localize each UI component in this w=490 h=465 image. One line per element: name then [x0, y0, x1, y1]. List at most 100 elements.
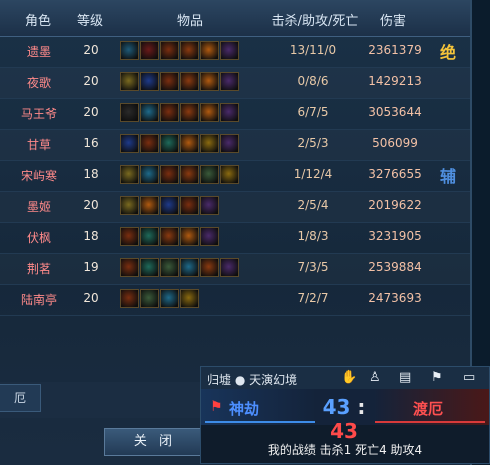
- player-damage: 506099: [372, 136, 418, 150]
- item-icon[interactable]: [120, 41, 139, 60]
- player-row: 甘草 16 2/5/3 506099: [0, 130, 470, 161]
- item-icon[interactable]: [140, 165, 159, 184]
- player-row: 荆茗 19 7/3/5 2539884: [0, 254, 470, 285]
- item-icon[interactable]: [120, 227, 139, 246]
- item-slots: [120, 103, 240, 125]
- item-icon[interactable]: [160, 165, 179, 184]
- player-name: 夜歌: [26, 76, 51, 90]
- my-stats: 我的战绩 击杀1 死亡4 助攻4: [267, 443, 423, 457]
- blue-team-bar: [205, 421, 315, 423]
- player-row: 伏枫 18 1/8/3 3231905: [0, 223, 470, 254]
- player-row: 陆南亭 20 7/2/7 2473693: [0, 285, 470, 316]
- player-damage: 1429213: [368, 74, 422, 88]
- document-icon[interactable]: ▤: [399, 370, 411, 385]
- overlay-header: 归墟 ● 天演幻境 ✋ ♙ ▤ ⚑ ▭: [201, 367, 489, 389]
- item-icon[interactable]: [160, 134, 179, 153]
- item-icon[interactable]: [120, 103, 139, 122]
- hand-icon[interactable]: ✋: [341, 370, 357, 385]
- item-icon[interactable]: [140, 227, 159, 246]
- player-kda: 2/5/4: [297, 198, 329, 212]
- item-icon[interactable]: [220, 134, 239, 153]
- red-score: 43: [330, 419, 358, 443]
- item-icon[interactable]: [200, 72, 219, 91]
- item-icon[interactable]: [180, 258, 199, 277]
- item-icon[interactable]: [180, 289, 199, 308]
- header-damage: 伤害: [379, 14, 406, 29]
- left-tab[interactable]: 厄: [0, 384, 41, 412]
- item-icon[interactable]: [180, 165, 199, 184]
- player-kda: 7/3/5: [297, 260, 329, 274]
- item-icon[interactable]: [160, 103, 179, 122]
- player-row: 墨姬 20 2/5/4 2019622: [0, 192, 470, 223]
- item-icon[interactable]: [200, 165, 219, 184]
- overlay-title: 归墟 ● 天演幻境: [207, 373, 298, 387]
- scoreboard-header: 角色 等级 物品 击杀/助攻/死亡 伤害: [0, 0, 470, 37]
- item-icon[interactable]: [120, 196, 139, 215]
- item-icon[interactable]: [120, 134, 139, 153]
- item-icon[interactable]: [120, 165, 139, 184]
- item-icon[interactable]: [220, 41, 239, 60]
- player-damage: 3276655: [368, 167, 422, 181]
- item-icon[interactable]: [200, 134, 219, 153]
- player-level: 19: [83, 260, 99, 274]
- item-icon[interactable]: [140, 72, 159, 91]
- item-icon[interactable]: [140, 196, 159, 215]
- player-row: 遗墨 20 13/11/0 2361379 绝: [0, 37, 470, 68]
- item-icon[interactable]: [180, 227, 199, 246]
- item-icon[interactable]: [120, 258, 139, 277]
- red-team-bar: [375, 421, 485, 423]
- player-damage: 3231905: [368, 229, 422, 243]
- header-level: 等级: [76, 14, 103, 29]
- player-damage: 2473693: [368, 291, 422, 305]
- item-icon[interactable]: [180, 196, 199, 215]
- item-icon[interactable]: [220, 72, 239, 91]
- item-icon[interactable]: [160, 41, 179, 60]
- item-icon[interactable]: [140, 41, 159, 60]
- player-name: 甘草: [26, 138, 51, 152]
- item-slots: [120, 227, 220, 249]
- item-icon[interactable]: [160, 227, 179, 246]
- item-icon[interactable]: [140, 258, 159, 277]
- run-icon[interactable]: ⚑: [431, 370, 443, 385]
- player-level: 18: [83, 229, 99, 243]
- item-icon[interactable]: [200, 41, 219, 60]
- person-icon[interactable]: ♙: [369, 370, 381, 385]
- item-icon[interactable]: [160, 258, 179, 277]
- item-icon[interactable]: [120, 72, 139, 91]
- player-kda: 6/7/5: [297, 105, 329, 119]
- red-team-name: 渡厄: [413, 400, 444, 418]
- item-icon[interactable]: [180, 41, 199, 60]
- item-icon[interactable]: [200, 258, 219, 277]
- item-icon[interactable]: [160, 196, 179, 215]
- team-score: 43 : 43: [322, 395, 366, 443]
- item-icon[interactable]: [180, 134, 199, 153]
- player-name: 陆南亭: [20, 293, 57, 307]
- minimize-icon[interactable]: ▭: [463, 370, 475, 385]
- item-icon[interactable]: [180, 103, 199, 122]
- player-level: 20: [83, 105, 99, 119]
- item-icon[interactable]: [140, 134, 159, 153]
- role-badge: 绝: [440, 43, 457, 62]
- player-name: 遗墨: [26, 45, 51, 59]
- item-icon[interactable]: [140, 289, 159, 308]
- player-kda: 1/8/3: [297, 229, 329, 243]
- item-icon[interactable]: [160, 289, 179, 308]
- item-icon[interactable]: [160, 72, 179, 91]
- item-icon[interactable]: [200, 196, 219, 215]
- item-icon[interactable]: [200, 227, 219, 246]
- player-level: 20: [83, 291, 99, 305]
- header-kda: 击杀/助攻/死亡: [271, 14, 359, 29]
- item-icon[interactable]: [220, 103, 239, 122]
- player-name: 宋屿寒: [20, 169, 57, 183]
- team-score-bar: ⚑ 神劫 43 : 43 渡厄: [201, 389, 489, 443]
- player-kda: 0/8/6: [297, 74, 329, 88]
- item-icon[interactable]: [140, 103, 159, 122]
- item-icon[interactable]: [120, 289, 139, 308]
- player-name: 伏枫: [26, 231, 51, 245]
- item-icon[interactable]: [200, 103, 219, 122]
- player-name: 墨姬: [26, 200, 51, 214]
- item-icon[interactable]: [180, 72, 199, 91]
- close-button[interactable]: 关 闭: [104, 428, 206, 456]
- item-icon[interactable]: [220, 258, 239, 277]
- item-icon[interactable]: [220, 165, 239, 184]
